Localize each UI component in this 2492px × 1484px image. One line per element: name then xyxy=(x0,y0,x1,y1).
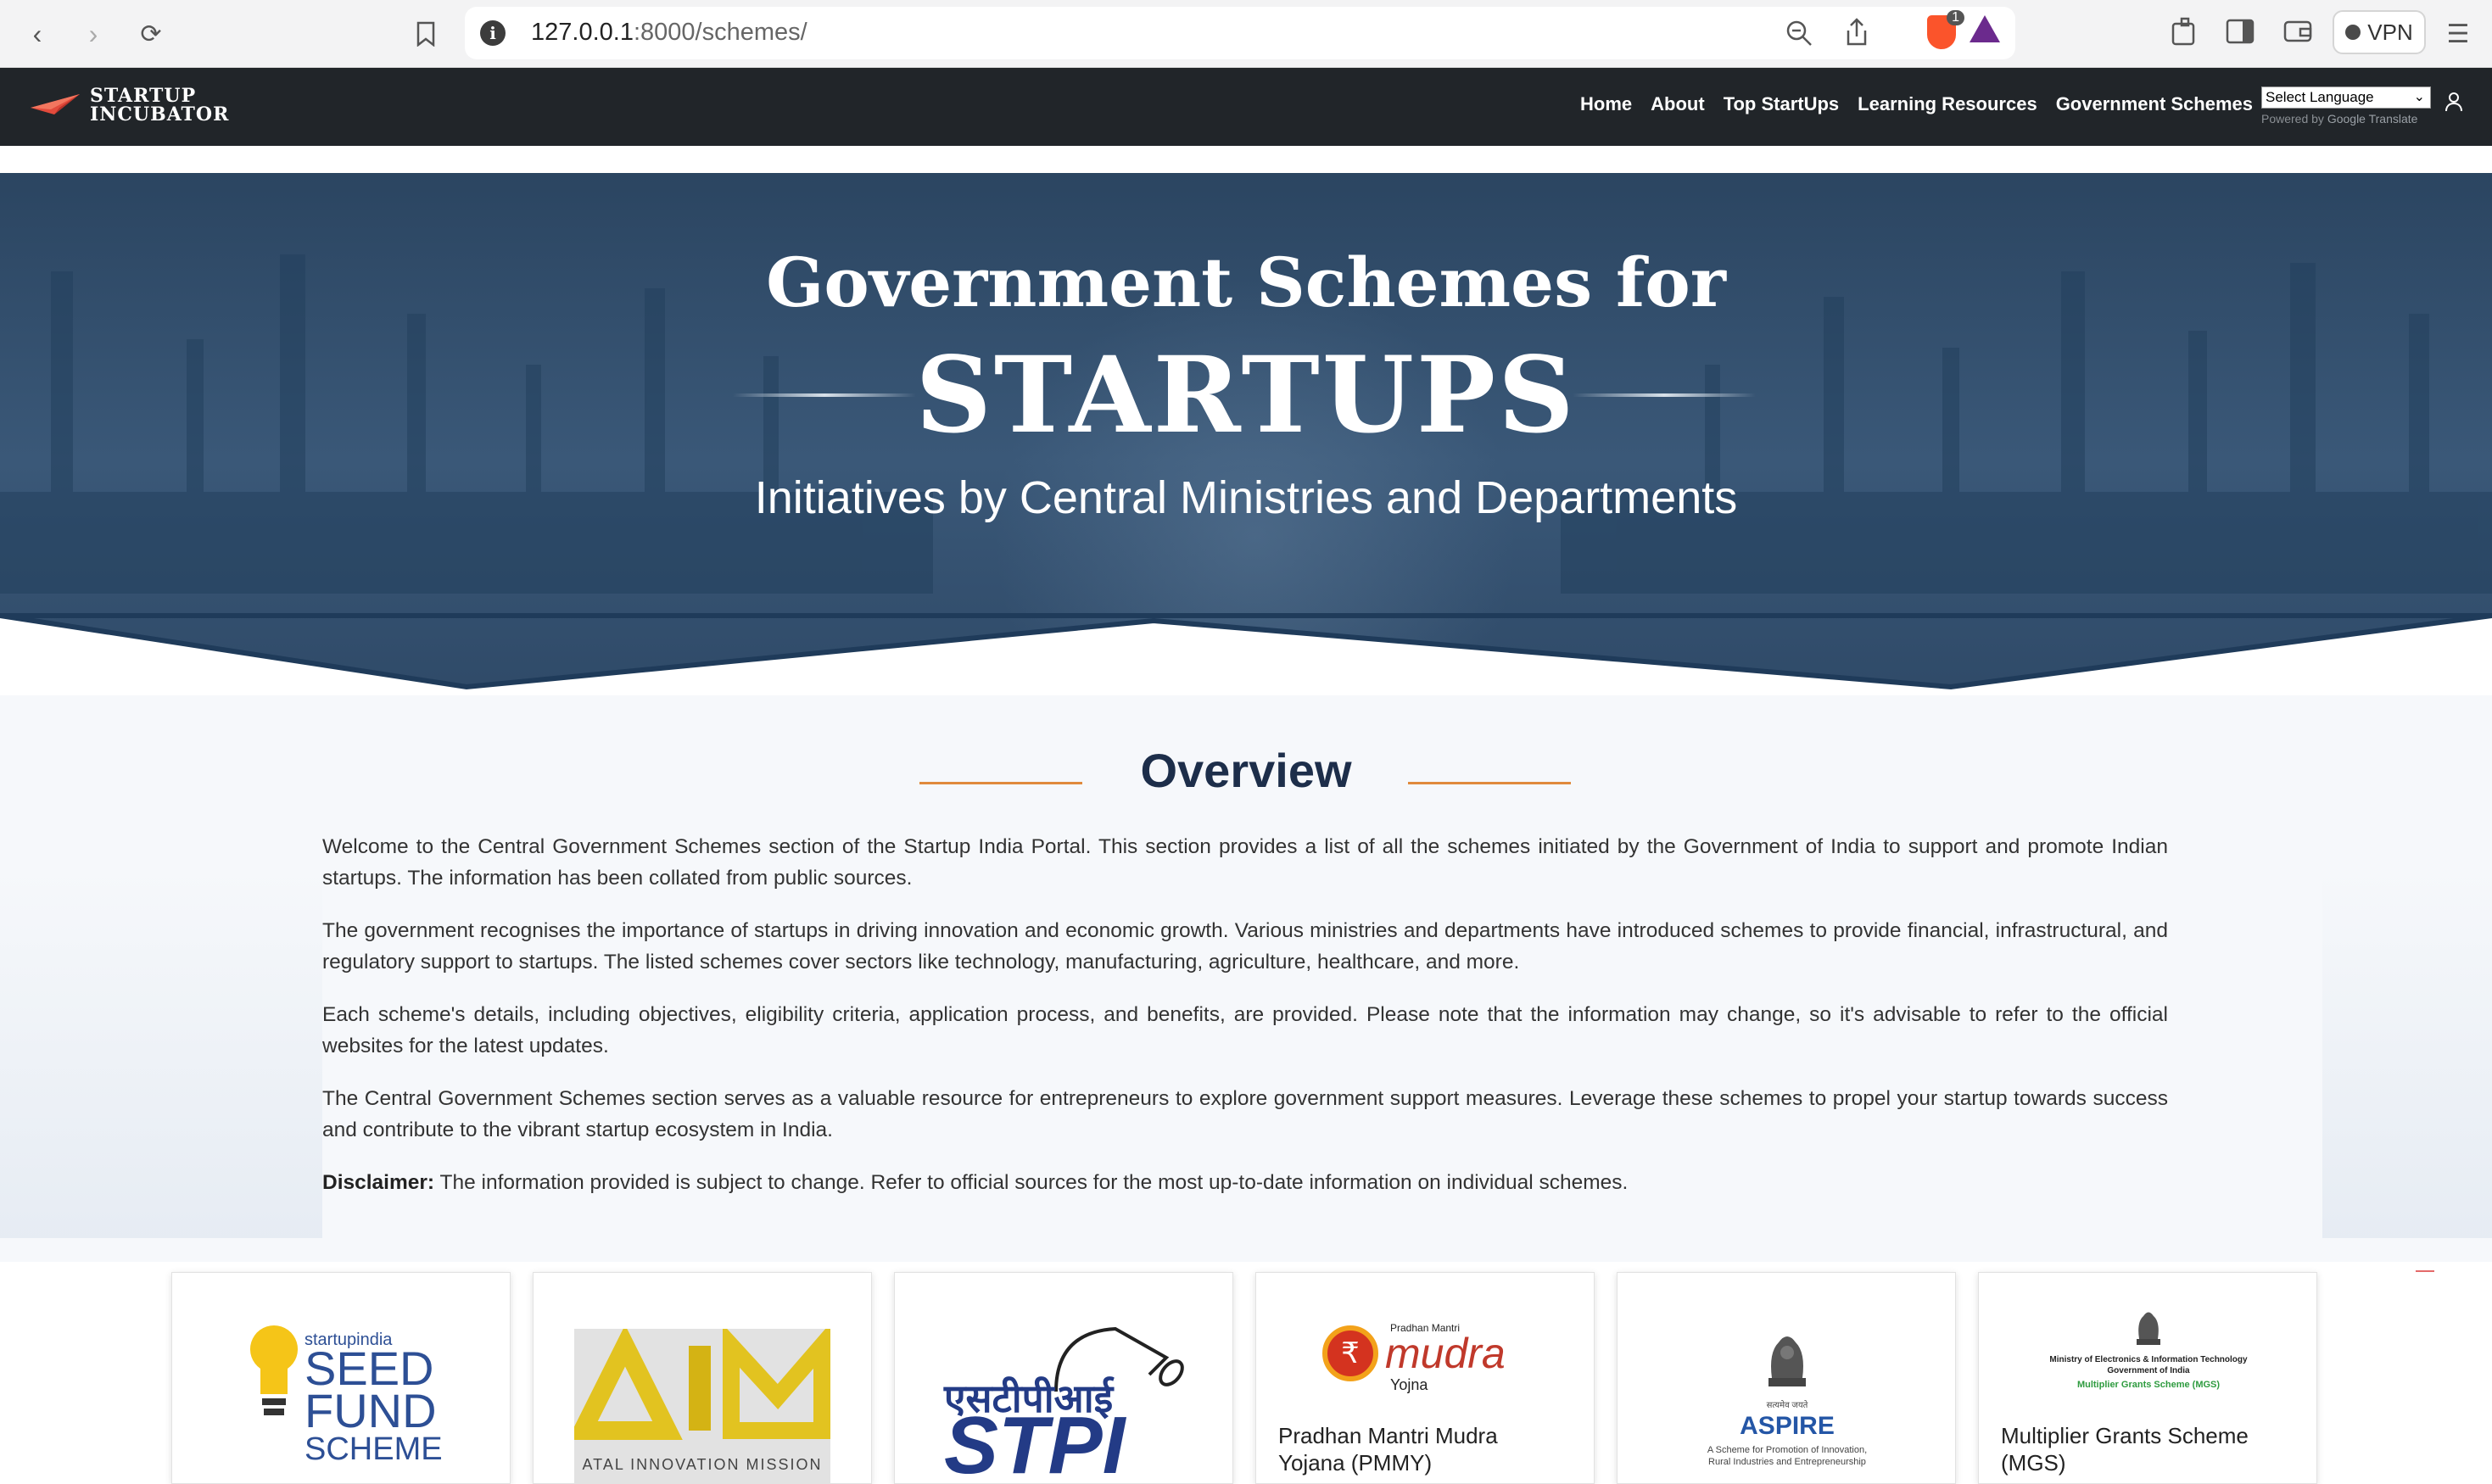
powered-by-google: Powered by Google Translate xyxy=(2261,112,2418,126)
scheme-card-mgs[interactable]: Ministry of Electronics & Information Te… xyxy=(1978,1272,2317,1484)
browser-toolbar: ‹ › ⟳ i 127.0.0.1:8000/schemes/ 1 VPN ☰ xyxy=(0,0,2492,68)
language-select[interactable]: Select Language ⌄ xyxy=(2261,86,2431,109)
aim-caption: ATAL INNOVATION MISSION xyxy=(582,1456,823,1473)
hero-title-line1: Government Schemes for xyxy=(766,243,1726,322)
reload-icon[interactable]: ⟳ xyxy=(132,15,170,53)
overview-body: Welcome to the Central Government Scheme… xyxy=(322,831,2168,1219)
overview-paragraph: The government recognises the importance… xyxy=(322,919,2168,974)
vpn-button[interactable]: VPN xyxy=(2333,10,2426,54)
shields-count: 1 xyxy=(1947,10,1964,25)
nav-home[interactable]: Home xyxy=(1580,93,1632,115)
url-text: 127.0.0.1:8000/schemes/ xyxy=(531,19,807,46)
scroll-marker xyxy=(2416,1270,2434,1272)
lightbulb-icon xyxy=(249,1325,299,1415)
nav-links: Home About Top StartUps Learning Resourc… xyxy=(1580,93,2253,115)
site-info-icon[interactable]: i xyxy=(480,20,506,46)
overview-paragraph: The Central Government Schemes section s… xyxy=(322,1087,2168,1141)
brand-text: STARTUP INCUBATOR xyxy=(90,85,230,126)
disclaimer-text: The information provided is subject to c… xyxy=(434,1171,1629,1194)
nav-top-startups[interactable]: Top StartUps xyxy=(1724,93,1839,115)
extensions-icon[interactable] xyxy=(2170,17,2200,47)
mgs-ministry-text: Ministry of Electronics & Information Te… xyxy=(2049,1355,2248,1375)
overview-paragraph: Each scheme's details, including objecti… xyxy=(322,1003,2168,1057)
stpi-logo-text: STPI xyxy=(944,1400,1126,1484)
brand-logo[interactable]: STARTUP INCUBATOR xyxy=(29,86,229,124)
hero-divider-right xyxy=(1573,393,1756,397)
scheme-card-title: Pradhan Mantri Mudra Yojana (PMMY) xyxy=(1278,1423,1498,1476)
overview-divider-right xyxy=(1408,782,1571,784)
vpn-status-icon xyxy=(2345,25,2361,40)
back-icon[interactable]: ‹ xyxy=(19,15,56,53)
overview-paragraph: Welcome to the Central Government Scheme… xyxy=(322,835,2168,890)
scheme-card-aim[interactable]: ATAL INNOVATION MISSION xyxy=(533,1272,872,1484)
bookmark-icon[interactable] xyxy=(407,15,444,53)
nav-about[interactable]: About xyxy=(1651,93,1705,115)
wallet-icon[interactable] xyxy=(2283,19,2312,44)
overview-decoration-right xyxy=(2322,865,2492,1238)
hero-banner: Government Schemes for STARTUPS Initiati… xyxy=(0,173,2492,695)
brave-shields-icon[interactable]: 1 xyxy=(1927,10,1964,53)
seed-fund-logo-text: SEED FUND SCHEME xyxy=(305,1342,443,1467)
overview-decoration-left xyxy=(0,865,322,1238)
menu-icon[interactable]: ☰ xyxy=(2439,15,2477,53)
aim-shapes-icon xyxy=(567,1323,830,1440)
site-navbar: STARTUP INCUBATOR Home About Top StartUp… xyxy=(0,68,2492,146)
user-icon[interactable] xyxy=(2445,92,2463,118)
brave-rewards-icon[interactable] xyxy=(1970,15,2000,42)
overview-heading: Overview xyxy=(1140,744,1352,797)
paper-plane-icon xyxy=(31,94,80,114)
rupee-icon: ₹ xyxy=(1322,1325,1378,1381)
overview-section: Overview Welcome to the Central Governme… xyxy=(0,695,2492,1262)
sidebar-icon[interactable] xyxy=(2226,19,2255,44)
scheme-cards: startupindia SEED FUND SCHEME ATAL INNOVAT… xyxy=(0,1262,2492,1484)
scheme-card-aspire[interactable]: सत्यमेव जयते ASPIRE A Scheme for Promoti… xyxy=(1617,1272,1956,1484)
disclaimer-label: Disclaimer: xyxy=(322,1171,435,1194)
vpn-label: VPN xyxy=(2367,19,2413,45)
disclaimer: Disclaimer: The information provided is … xyxy=(322,1167,2168,1198)
mudra-sub-text: Yojna xyxy=(1390,1376,1428,1393)
aspire-logo-text: ASPIRE xyxy=(1740,1412,1835,1440)
national-emblem-icon xyxy=(2137,1312,2160,1345)
nav-learning-resources[interactable]: Learning Resources xyxy=(1858,93,2037,115)
address-bar[interactable]: i 127.0.0.1:8000/schemes/ xyxy=(465,7,2015,59)
aim-logo: ATAL INNOVATION MISSION xyxy=(567,1323,830,1483)
scheme-card-seed-fund[interactable]: startupindia SEED FUND SCHEME xyxy=(171,1272,511,1484)
mudra-logo-text: mudra xyxy=(1385,1330,1506,1377)
forward-icon[interactable]: › xyxy=(75,15,112,53)
chevron-down-icon: ⌄ xyxy=(2413,90,2425,104)
google-translate-widget: Select Language ⌄ Powered by Google Trans… xyxy=(2261,86,2431,126)
scheme-card-mudra[interactable]: ₹ Pradhan Mantri mudra Yojna Pradhan Man… xyxy=(1255,1272,1595,1484)
national-emblem-icon xyxy=(1768,1336,1806,1386)
emblem-motto: सत्यमेव जयते xyxy=(1766,1401,1808,1410)
mgs-scheme-text: Multiplier Grants Scheme (MGS) xyxy=(2076,1380,2221,1390)
scheme-card-title: Multiplier Grants Scheme (MGS) xyxy=(2001,1423,2249,1476)
hero-subtitle: Initiatives by Central Ministries and De… xyxy=(754,472,1738,523)
aspire-description: A Scheme for Promotion of Innovation, Rur… xyxy=(1707,1445,1868,1467)
zoom-icon[interactable] xyxy=(1785,19,1813,47)
hero-title-line2: STARTUPS xyxy=(915,334,1577,457)
share-icon[interactable] xyxy=(1844,17,1869,47)
scheme-card-stpi[interactable]: एसटीपीआई STPI xyxy=(894,1272,1233,1484)
nav-government-schemes[interactable]: Government Schemes xyxy=(2056,93,2253,115)
